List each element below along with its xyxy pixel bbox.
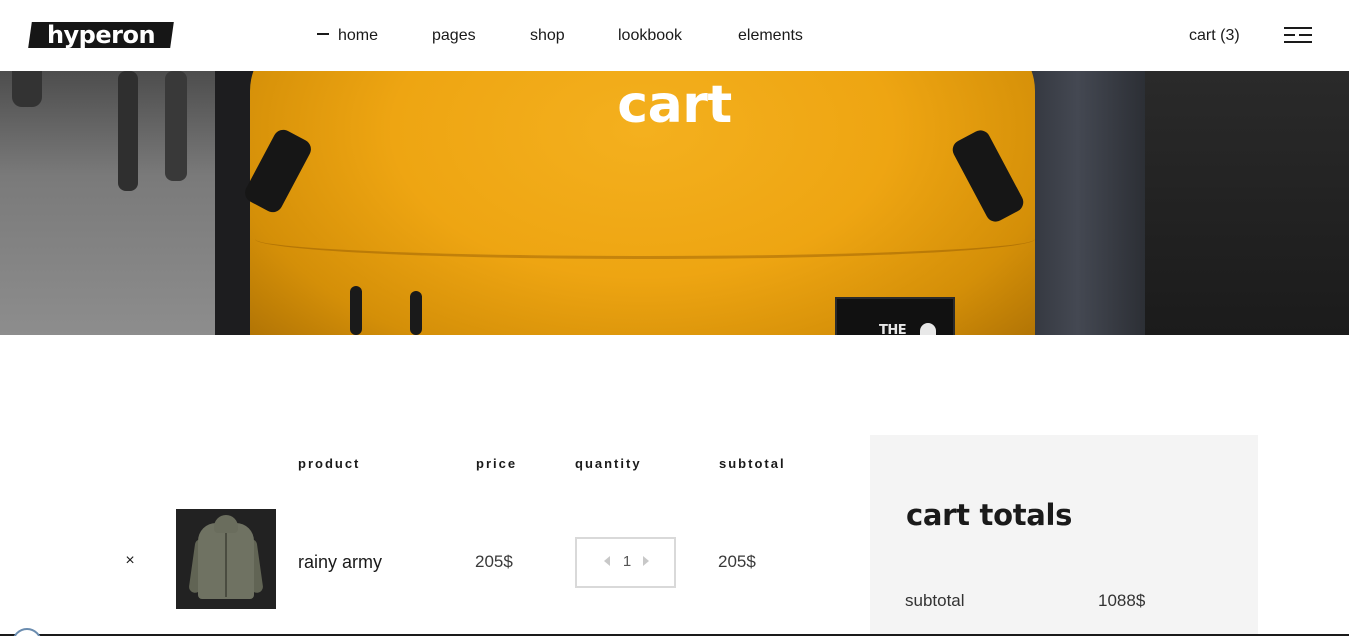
page-title: cart (617, 75, 732, 135)
column-header-quantity: quantity (575, 456, 642, 471)
cart-link[interactable]: cart (3) (1189, 25, 1240, 47)
column-header-price: price (476, 456, 518, 471)
brand-logo[interactable]: hyperon (28, 21, 174, 49)
hero-banner: THE cart (0, 71, 1349, 335)
nav-item-elements[interactable]: elements (738, 25, 803, 47)
hero-bag-patch-text: THE (879, 323, 907, 335)
nav-item-label: shop (530, 27, 565, 44)
product-price: 205$ (475, 552, 513, 571)
nav-item-shop[interactable]: shop (530, 25, 565, 47)
product-name-link[interactable]: rainy army (298, 550, 382, 574)
nav-item-home[interactable]: home (317, 25, 378, 47)
hamburger-menu-icon[interactable] (1284, 27, 1312, 45)
cart-totals-panel: cart totals subtotal 1088$ (870, 435, 1258, 636)
thumbnail-shape (214, 515, 238, 533)
thumbnail-shape (225, 533, 227, 597)
cart-totals-title: cart totals (906, 498, 1073, 532)
active-dash-icon (317, 32, 329, 35)
nav-item-pages[interactable]: pages (432, 25, 476, 47)
decrease-arrow-icon[interactable] (604, 556, 610, 566)
totals-subtotal-value: 1088$ (1098, 591, 1146, 610)
remove-item-button[interactable]: × (122, 552, 138, 570)
brand-logo-text: hyperon (46, 21, 156, 49)
nav-item-label: lookbook (618, 27, 683, 44)
column-header-product: product (298, 456, 361, 471)
product-thumbnail[interactable] (176, 509, 276, 609)
hero-bag-zipper (410, 291, 422, 335)
increase-arrow-icon[interactable] (643, 556, 649, 566)
totals-subtotal-label: subtotal (905, 591, 965, 610)
column-header-subtotal: subtotal (719, 456, 786, 471)
hero-bag-seam (255, 219, 1035, 259)
floating-circle-button[interactable] (12, 628, 42, 636)
nav-item-label: home (338, 27, 379, 44)
site-header: hyperon home pages shop lookbook element… (0, 0, 1349, 71)
nav-item-label: pages (432, 27, 476, 44)
quantity-input[interactable]: 1 (617, 552, 637, 572)
hero-bag-patch-logo (920, 323, 936, 335)
row-subtotal: 205$ (718, 552, 756, 571)
nav-item-label: elements (738, 27, 803, 44)
hero-bag-zipper (350, 286, 362, 335)
hero-bag-patch: THE (835, 297, 955, 335)
nav-item-lookbook[interactable]: lookbook (618, 25, 682, 47)
quantity-stepper[interactable]: 1 (575, 537, 676, 588)
